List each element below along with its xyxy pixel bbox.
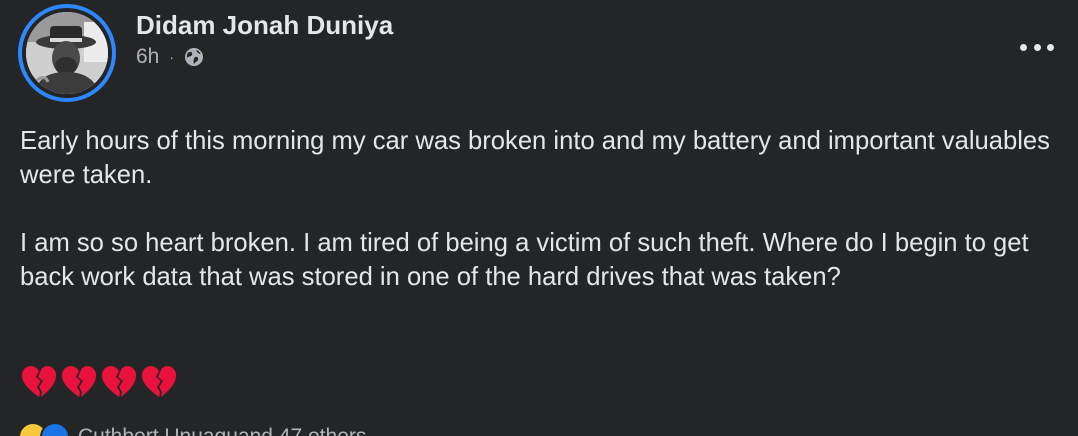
post-card: Didam Jonah Duniya 6h · Early hours of t…	[0, 0, 1078, 436]
reaction-summary[interactable]: Cuthbert Unuaguand 47 others	[18, 422, 366, 436]
avatar-photo	[26, 12, 108, 94]
timestamp[interactable]: 6h	[136, 45, 159, 69]
post-meta: 6h ·	[136, 44, 204, 70]
post-body: Early hours of this morning my car was b…	[20, 124, 1070, 294]
post-paragraph: I am so so heart broken. I am tired of b…	[20, 229, 1029, 291]
more-horizontal-icon	[1020, 43, 1027, 51]
broken-heart-icon	[62, 366, 96, 397]
author-avatar[interactable]	[18, 4, 116, 102]
post-paragraph: Early hours of this morning my car was b…	[20, 127, 1050, 189]
author-name[interactable]: Didam Jonah Duniya	[136, 10, 393, 41]
more-options-button[interactable]	[1020, 36, 1054, 58]
broken-heart-icon	[102, 366, 136, 397]
more-dot	[1047, 43, 1054, 51]
reaction-count-text: Cuthbert Unuaguand 47 others	[78, 425, 366, 436]
globe-icon[interactable]	[184, 47, 204, 67]
meta-separator: ·	[169, 49, 175, 65]
more-dot	[1033, 43, 1041, 51]
broken-heart-icon	[142, 366, 176, 397]
emoji-row	[20, 364, 178, 400]
like-reaction-icon	[40, 422, 70, 436]
broken-heart-icon	[22, 366, 56, 397]
